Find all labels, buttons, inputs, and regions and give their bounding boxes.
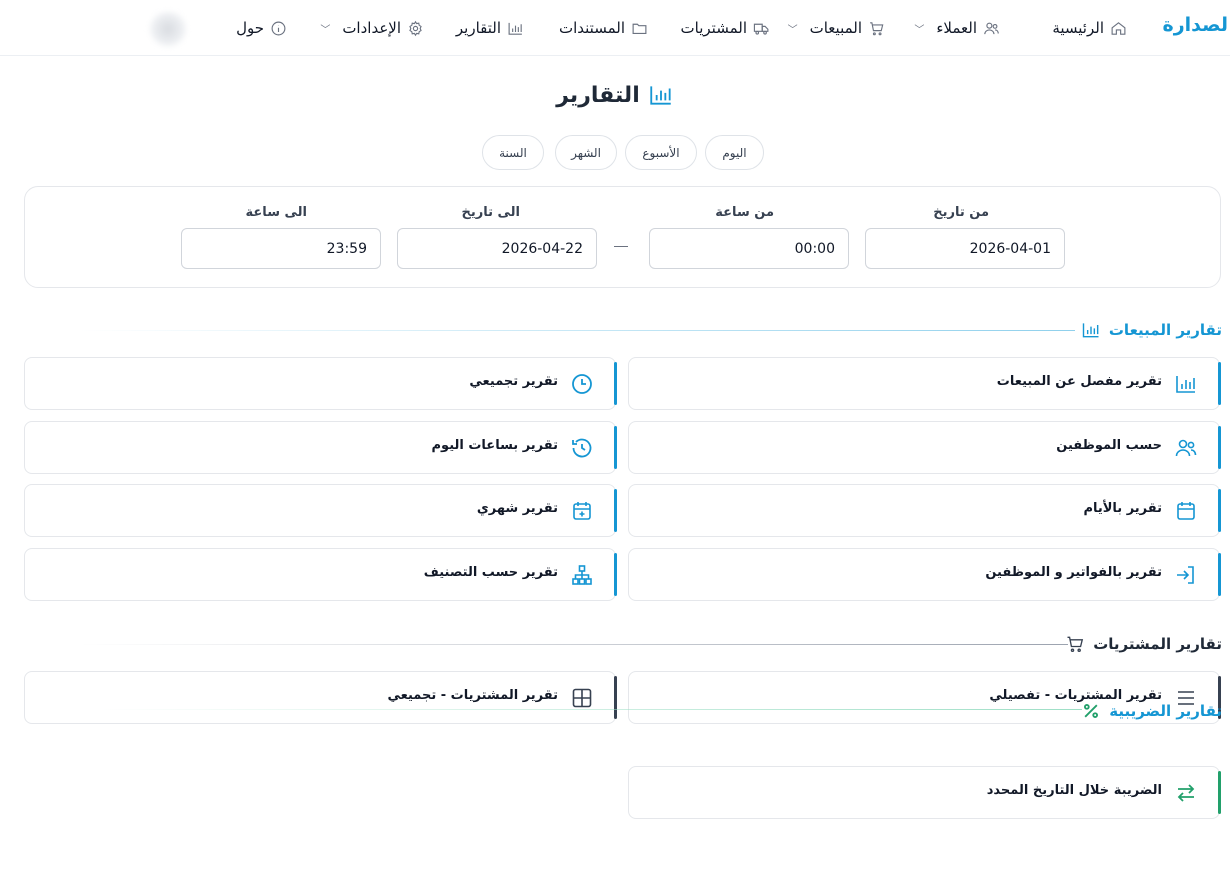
nav-item-label: الإعدادات (342, 19, 401, 37)
card-accent (614, 553, 617, 596)
card-label: تقرير شهري (476, 501, 558, 516)
to-date-label: الى تاريخ (461, 205, 520, 220)
brand-logo[interactable]: لصدارة (1163, 14, 1229, 36)
nav-item-label: التقارير (455, 19, 501, 37)
users-icon (1175, 439, 1197, 457)
card-accent (614, 676, 617, 719)
nav-item-about[interactable]: حول (236, 17, 287, 39)
home-icon (1111, 21, 1126, 35)
nav-item-documents[interactable]: المستندات (559, 17, 648, 39)
nav-item-sales[interactable]: المبيعات ﹀ (788, 17, 885, 39)
section-title: تقارير المبيعات (1108, 321, 1222, 339)
nav-item-label: المبيعات (809, 19, 862, 37)
period-month-button[interactable]: الشهر (555, 135, 617, 170)
chevron-down-icon: ﹀ (914, 24, 925, 36)
card-accent (614, 489, 617, 532)
card-accent (614, 362, 617, 405)
sales-reports-header: تقارير المبيعات (1081, 318, 1222, 342)
page-title-text: التقارير (556, 82, 640, 108)
bar-chart-icon (1082, 323, 1099, 338)
section-divider (80, 330, 1075, 331)
report-card-invoices-employees[interactable]: تقرير بالفواتير و الموظفين (628, 548, 1221, 601)
percent-icon (1084, 703, 1099, 718)
range-separator (614, 246, 628, 247)
bar-chart-icon (508, 22, 522, 35)
card-accent (614, 426, 617, 469)
nav-item-label: المستندات (558, 19, 625, 37)
truck-icon (753, 23, 769, 35)
bar-chart-icon (1176, 376, 1195, 393)
report-card-by-employees[interactable]: حسب الموظفين (628, 421, 1221, 474)
report-card-sales-summary[interactable]: تقرير تجميعي (24, 357, 617, 410)
from-date-label: من تاريخ (933, 205, 989, 220)
nav-item-label: الرئيسية (1052, 19, 1104, 37)
cart-icon (1067, 636, 1084, 653)
card-accent (1218, 426, 1221, 469)
grid-icon (572, 688, 592, 708)
nav-item-label: المشتريات (680, 19, 747, 37)
purchases-reports-header: تقارير المشتريات (1065, 632, 1222, 656)
top-navbar: لصدارة الرئيسية العملاء ﹀ المبيعات ﹀ الم… (0, 0, 1230, 56)
card-accent (1218, 489, 1221, 532)
period-week-button[interactable]: الأسبوع (625, 135, 697, 170)
card-label: تقرير بساعات اليوم (431, 438, 558, 453)
nav-item-customers[interactable]: العملاء ﹀ (914, 17, 1000, 39)
sign-in-icon (1177, 566, 1194, 584)
card-accent (1218, 362, 1221, 405)
card-label: تقرير تجميعي (469, 374, 558, 389)
cart-icon (870, 21, 884, 35)
report-card-tax-period[interactable]: الضريبة خلال التاريخ المحدد (628, 766, 1221, 819)
tax-reports-header: تقارير الضريبية (1081, 699, 1222, 723)
report-card-monthly[interactable]: تقرير شهري (24, 484, 617, 537)
calendar-plus-icon (573, 502, 591, 520)
to-time-input[interactable]: 23:59 (181, 228, 381, 269)
gear-icon (409, 20, 422, 36)
section-divider (100, 709, 1082, 710)
nav-item-settings[interactable]: الإعدادات ﹀ (320, 17, 424, 39)
section-divider (80, 644, 1068, 645)
sitemap-icon (572, 565, 592, 585)
to-date-input[interactable]: 2026-04-22 (397, 228, 597, 269)
card-label: حسب الموظفين (1056, 438, 1162, 453)
nav-item-label: حول (236, 19, 264, 37)
to-time-label: الى ساعة (245, 205, 307, 220)
period-today-button[interactable]: اليوم (705, 135, 764, 170)
nav-item-label: العملاء (936, 19, 977, 37)
nav-item-home[interactable]: الرئيسية (1052, 17, 1127, 39)
from-time-label: من ساعة (715, 205, 774, 220)
bar-chart-icon (650, 86, 671, 105)
chevron-down-icon: ﹀ (320, 24, 331, 36)
users-icon (984, 22, 999, 34)
card-accent (1218, 771, 1221, 814)
page-title: التقارير (0, 82, 1230, 108)
section-title: تقارير الضريبية (1109, 702, 1222, 720)
from-time-input[interactable]: 00:00 (649, 228, 849, 269)
chevron-down-icon: ﹀ (787, 24, 798, 36)
history-icon (572, 438, 592, 458)
exchange-icon (1177, 784, 1195, 802)
card-label: تقرير حسب التصنيف (423, 565, 558, 580)
from-date-input[interactable]: 2026-04-01 (865, 228, 1065, 269)
nav-item-reports[interactable]: التقارير (456, 17, 524, 39)
card-label: الضريبة خلال التاريخ المحدد (986, 783, 1162, 798)
card-label: تقرير مفصل عن المبيعات (996, 374, 1162, 389)
user-avatar[interactable] (150, 12, 186, 46)
card-label: تقرير بالأيام (1083, 501, 1162, 516)
nav-item-purchases[interactable]: المشتريات (681, 17, 770, 39)
card-label: تقرير المشتريات - تجميعي (387, 688, 558, 703)
section-title: تقارير المشتريات (1093, 635, 1222, 653)
folder-icon (632, 23, 647, 34)
report-card-by-hours[interactable]: تقرير بساعات اليوم (24, 421, 617, 474)
report-card-by-category[interactable]: تقرير حسب التصنيف (24, 548, 617, 601)
report-card-purchases-summary[interactable]: تقرير المشتريات - تجميعي (24, 671, 617, 724)
clock-icon (572, 374, 592, 394)
report-card-by-days[interactable]: تقرير بالأيام (628, 484, 1221, 537)
info-icon (271, 21, 286, 35)
report-card-sales-detailed[interactable]: تقرير مفصل عن المبيعات (628, 357, 1221, 410)
card-accent (1218, 553, 1221, 596)
period-year-button[interactable]: السنة (482, 135, 544, 170)
calendar-icon (1177, 502, 1195, 520)
card-label: تقرير بالفواتير و الموظفين (985, 565, 1162, 580)
